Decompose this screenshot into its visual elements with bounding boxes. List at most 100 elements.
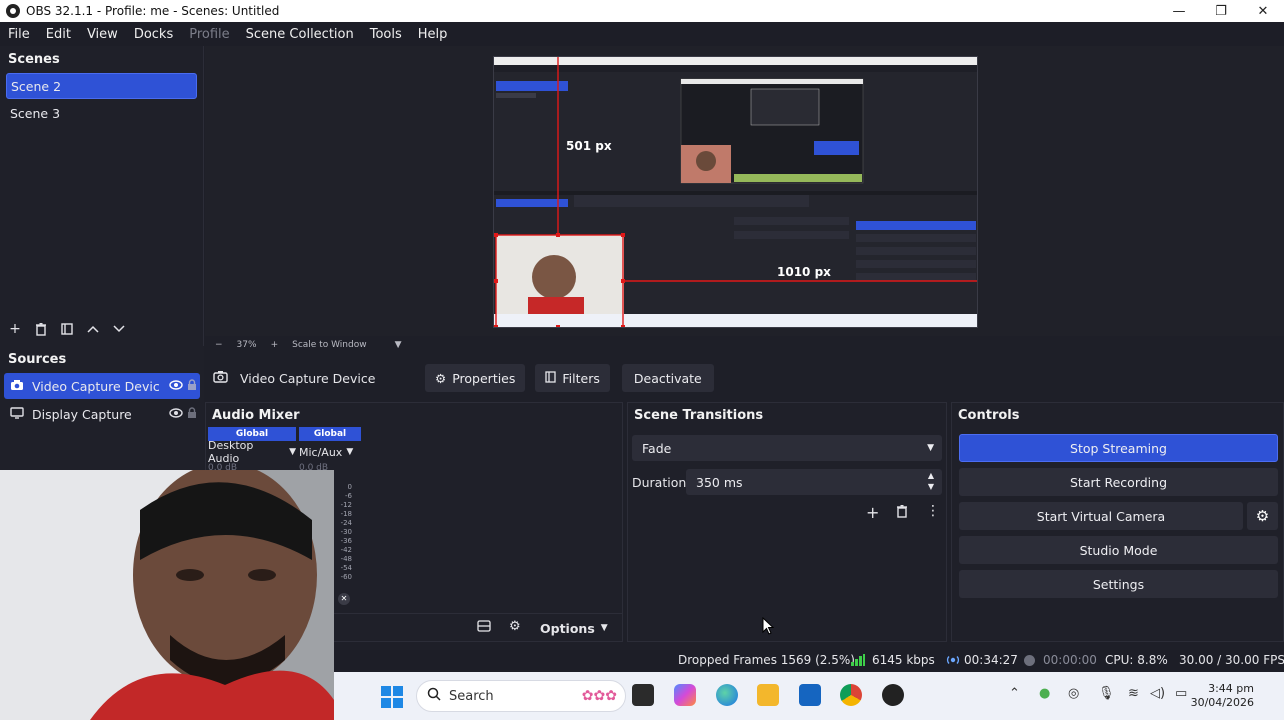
controls-dock: Controls Stop Streaming Start Recording … — [951, 402, 1284, 642]
mixer-layout-icon[interactable] — [476, 619, 492, 635]
controls-title: Controls — [958, 408, 1020, 423]
stop-streaming-button[interactable]: Stop Streaming — [959, 434, 1278, 462]
wifi-icon[interactable]: ≋ — [1128, 686, 1139, 701]
clock-date: 30/04/2026 — [1190, 696, 1254, 709]
properties-button[interactable]: ⚙ Properties — [425, 364, 526, 392]
db-tick: -36 — [340, 537, 352, 545]
window-title: OBS 32.1.1 - Profile: me - Scenes: Untit… — [26, 4, 280, 18]
remove-scene-icon[interactable] — [34, 322, 48, 336]
start-virtual-camera-button[interactable]: Start Virtual Camera — [959, 502, 1243, 530]
zoom-out-icon[interactable]: − — [215, 340, 223, 350]
scenes-toolbar: + — [0, 312, 204, 346]
visibility-eye-icon[interactable] — [168, 407, 184, 421]
menu-file[interactable]: File — [0, 27, 38, 42]
tray-app-icon[interactable]: ● — [1039, 686, 1050, 701]
duration-label: Duration — [632, 475, 687, 490]
spin-down-icon[interactable]: ▼ — [928, 482, 934, 491]
volume-icon[interactable]: ◁) — [1150, 686, 1165, 701]
add-transition-icon[interactable]: + — [866, 503, 879, 522]
scene-item-scene-2[interactable]: Scene 2 — [6, 73, 197, 99]
scale-mode[interactable]: Scale to Window — [292, 340, 366, 350]
edge-icon[interactable] — [716, 684, 738, 706]
webcam-overlay — [0, 470, 334, 720]
obs-taskbar-icon[interactable] — [882, 684, 904, 706]
cpu-usage: CPU: 8.8% — [1105, 653, 1168, 667]
selected-source-name: Video Capture Device — [240, 370, 376, 386]
scene-filters-icon[interactable] — [60, 322, 74, 336]
sources-dock: Sources Video Capture Devic Display Capt… — [0, 346, 204, 470]
chrome-icon[interactable] — [840, 684, 862, 706]
db-tick: -18 — [340, 510, 352, 518]
zoom-level: 37% — [236, 340, 257, 350]
virtual-camera-gear-icon[interactable]: ⚙ — [1247, 502, 1278, 530]
zoom-in-icon[interactable]: + — [271, 340, 279, 350]
deactivate-button[interactable]: Deactivate — [621, 364, 714, 392]
advanced-audio-gear-icon[interactable]: ⚙ — [509, 619, 525, 635]
scene-item-scene-3[interactable]: Scene 3 — [6, 101, 197, 127]
menu-profile[interactable]: Profile — [181, 27, 237, 42]
channel-header[interactable]: Mic/Aux ▼ — [299, 443, 361, 461]
scale-dropdown-icon[interactable]: ▼ — [395, 340, 402, 350]
add-scene-icon[interactable]: + — [8, 321, 22, 337]
mute-icon[interactable]: ✕ — [338, 593, 350, 605]
close-button[interactable]: ✕ — [1242, 0, 1284, 22]
minimize-button[interactable]: — — [1158, 0, 1200, 22]
source-item-display-capture[interactable]: Display Capture — [4, 401, 200, 427]
window-controls: — ❐ ✕ — [1158, 0, 1284, 22]
channel-header[interactable]: Desktop Audio ▼ — [208, 439, 296, 465]
menu-docks[interactable]: Docks — [126, 27, 181, 42]
filters-icon — [545, 370, 557, 386]
remove-transition-icon[interactable] — [896, 504, 908, 521]
task-view-icon[interactable] — [632, 684, 654, 706]
filters-button[interactable]: Filters — [535, 364, 610, 392]
db-tick: -54 — [340, 564, 352, 572]
visibility-eye-icon[interactable] — [168, 379, 184, 393]
stream-time: 00:34:27 — [964, 653, 1018, 667]
windows-start-icon[interactable] — [381, 686, 403, 711]
menu-scene-collection[interactable]: Scene Collection — [238, 27, 362, 42]
sources-title: Sources — [8, 352, 67, 367]
file-explorer-icon[interactable] — [757, 684, 779, 706]
settings-button[interactable]: Settings — [959, 570, 1278, 598]
move-scene-down-icon[interactable] — [112, 322, 126, 336]
tray-network-icon[interactable]: ◎ — [1068, 686, 1079, 701]
source-item-video-capture[interactable]: Video Capture Devic — [4, 373, 200, 399]
copilot-icon[interactable] — [674, 684, 696, 706]
tray-chevron-up-icon[interactable]: ⌃ — [1009, 686, 1020, 701]
gear-icon: ⚙ — [435, 370, 447, 386]
start-recording-button[interactable]: Start Recording — [959, 468, 1278, 496]
source-label: Display Capture — [32, 406, 132, 422]
source-toolbar: Video Capture Device ⚙ Properties Filter… — [205, 362, 1284, 394]
channel-name: Mic/Aux — [299, 445, 343, 459]
taskbar-search[interactable]: Search ✿✿✿ — [416, 680, 626, 712]
mixer-options-button[interactable]: Options ▼ — [540, 618, 608, 638]
options-dropdown-icon: ▼ — [600, 623, 608, 633]
store-icon[interactable] — [799, 684, 821, 706]
duration-spinbox[interactable]: 350 ms ▲ ▼ — [686, 469, 942, 495]
camera-icon — [10, 379, 24, 394]
global-badge: Global — [299, 427, 361, 441]
studio-mode-button[interactable]: Studio Mode — [959, 536, 1278, 564]
maximize-button[interactable]: ❐ — [1200, 0, 1242, 22]
transition-select[interactable]: Fade ▼ — [632, 435, 942, 461]
menu-help[interactable]: Help — [410, 27, 456, 42]
menu-edit[interactable]: Edit — [38, 27, 79, 42]
move-scene-up-icon[interactable] — [86, 322, 100, 336]
menu-view[interactable]: View — [79, 27, 126, 42]
mixer-channel-mic: Global Mic/Aux ▼ 0.0 dB — [299, 427, 361, 473]
tray-microphone-icon[interactable]: 🎙 — [1098, 686, 1115, 701]
battery-icon[interactable]: ▭ — [1175, 686, 1187, 701]
channel-dropdown-icon[interactable]: ▼ — [289, 447, 296, 457]
height-guide-label: 501 px — [566, 139, 612, 153]
transition-menu-icon[interactable]: ⋮ — [926, 503, 940, 519]
spin-up-icon[interactable]: ▲ — [928, 471, 934, 480]
lock-icon[interactable] — [184, 406, 200, 422]
menu-bar: File Edit View Docks Profile Scene Colle… — [0, 22, 1284, 46]
search-placeholder: Search — [449, 688, 494, 704]
channel-dropdown-icon[interactable]: ▼ — [346, 447, 353, 457]
taskbar-clock[interactable]: 3:44 pm 30/04/2026 — [1191, 682, 1254, 710]
lock-icon[interactable] — [184, 378, 200, 394]
preview-canvas[interactable]: 501 px 1010 px — [493, 56, 978, 328]
menu-tools[interactable]: Tools — [362, 27, 410, 42]
webcam-person-image — [0, 470, 334, 720]
